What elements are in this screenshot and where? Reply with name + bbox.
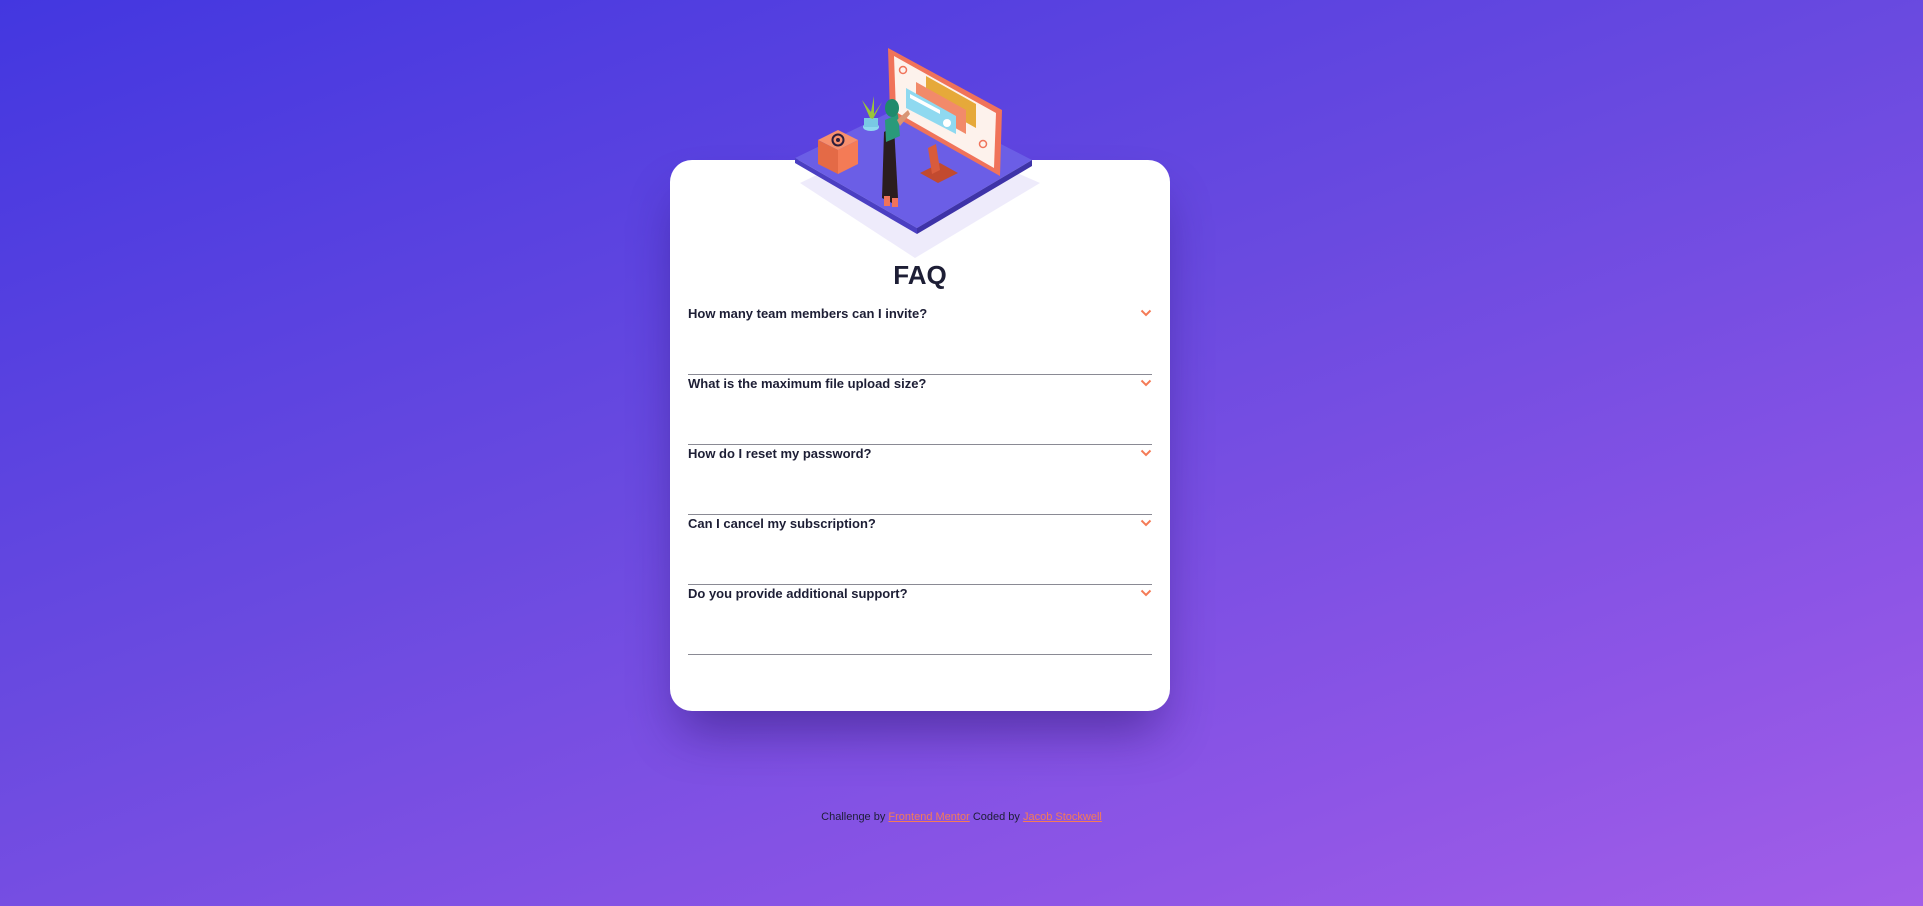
- faq-item[interactable]: How many team members can I invite?: [688, 306, 1152, 375]
- faq-question: How do I reset my password?: [688, 446, 872, 461]
- attribution-middle: Coded by: [972, 811, 1020, 823]
- chevron-down-icon: [1140, 589, 1152, 597]
- frontend-mentor-link[interactable]: Frontend Mentor: [888, 811, 969, 823]
- faq-question: How many team members can I invite?: [688, 306, 928, 321]
- faq-list: How many team members can I invite? What…: [688, 306, 1152, 656]
- chevron-down-icon: [1140, 309, 1152, 317]
- faq-question: Do you provide additional support?: [688, 586, 908, 601]
- faq-question: What is the maximum file upload size?: [688, 376, 927, 391]
- faq-item[interactable]: What is the maximum file upload size?: [688, 376, 1152, 445]
- attribution-prefix: Challenge by: [821, 811, 886, 823]
- author-link[interactable]: Jacob Stockwell: [1023, 811, 1102, 823]
- chevron-down-icon: [1140, 519, 1152, 527]
- faq-item[interactable]: Do you provide additional support?: [688, 586, 1152, 655]
- faq-item[interactable]: Can I cancel my subscription?: [688, 516, 1152, 585]
- woman-at-monitor-illustration: [795, 48, 1040, 258]
- faq-question: Can I cancel my subscription?: [688, 516, 876, 531]
- chevron-down-icon: [1140, 449, 1152, 457]
- chevron-down-icon: [1140, 379, 1152, 387]
- faq-item[interactable]: How do I reset my password?: [688, 446, 1152, 515]
- attribution: Challenge by Frontend Mentor Coded by Ja…: [0, 811, 1923, 823]
